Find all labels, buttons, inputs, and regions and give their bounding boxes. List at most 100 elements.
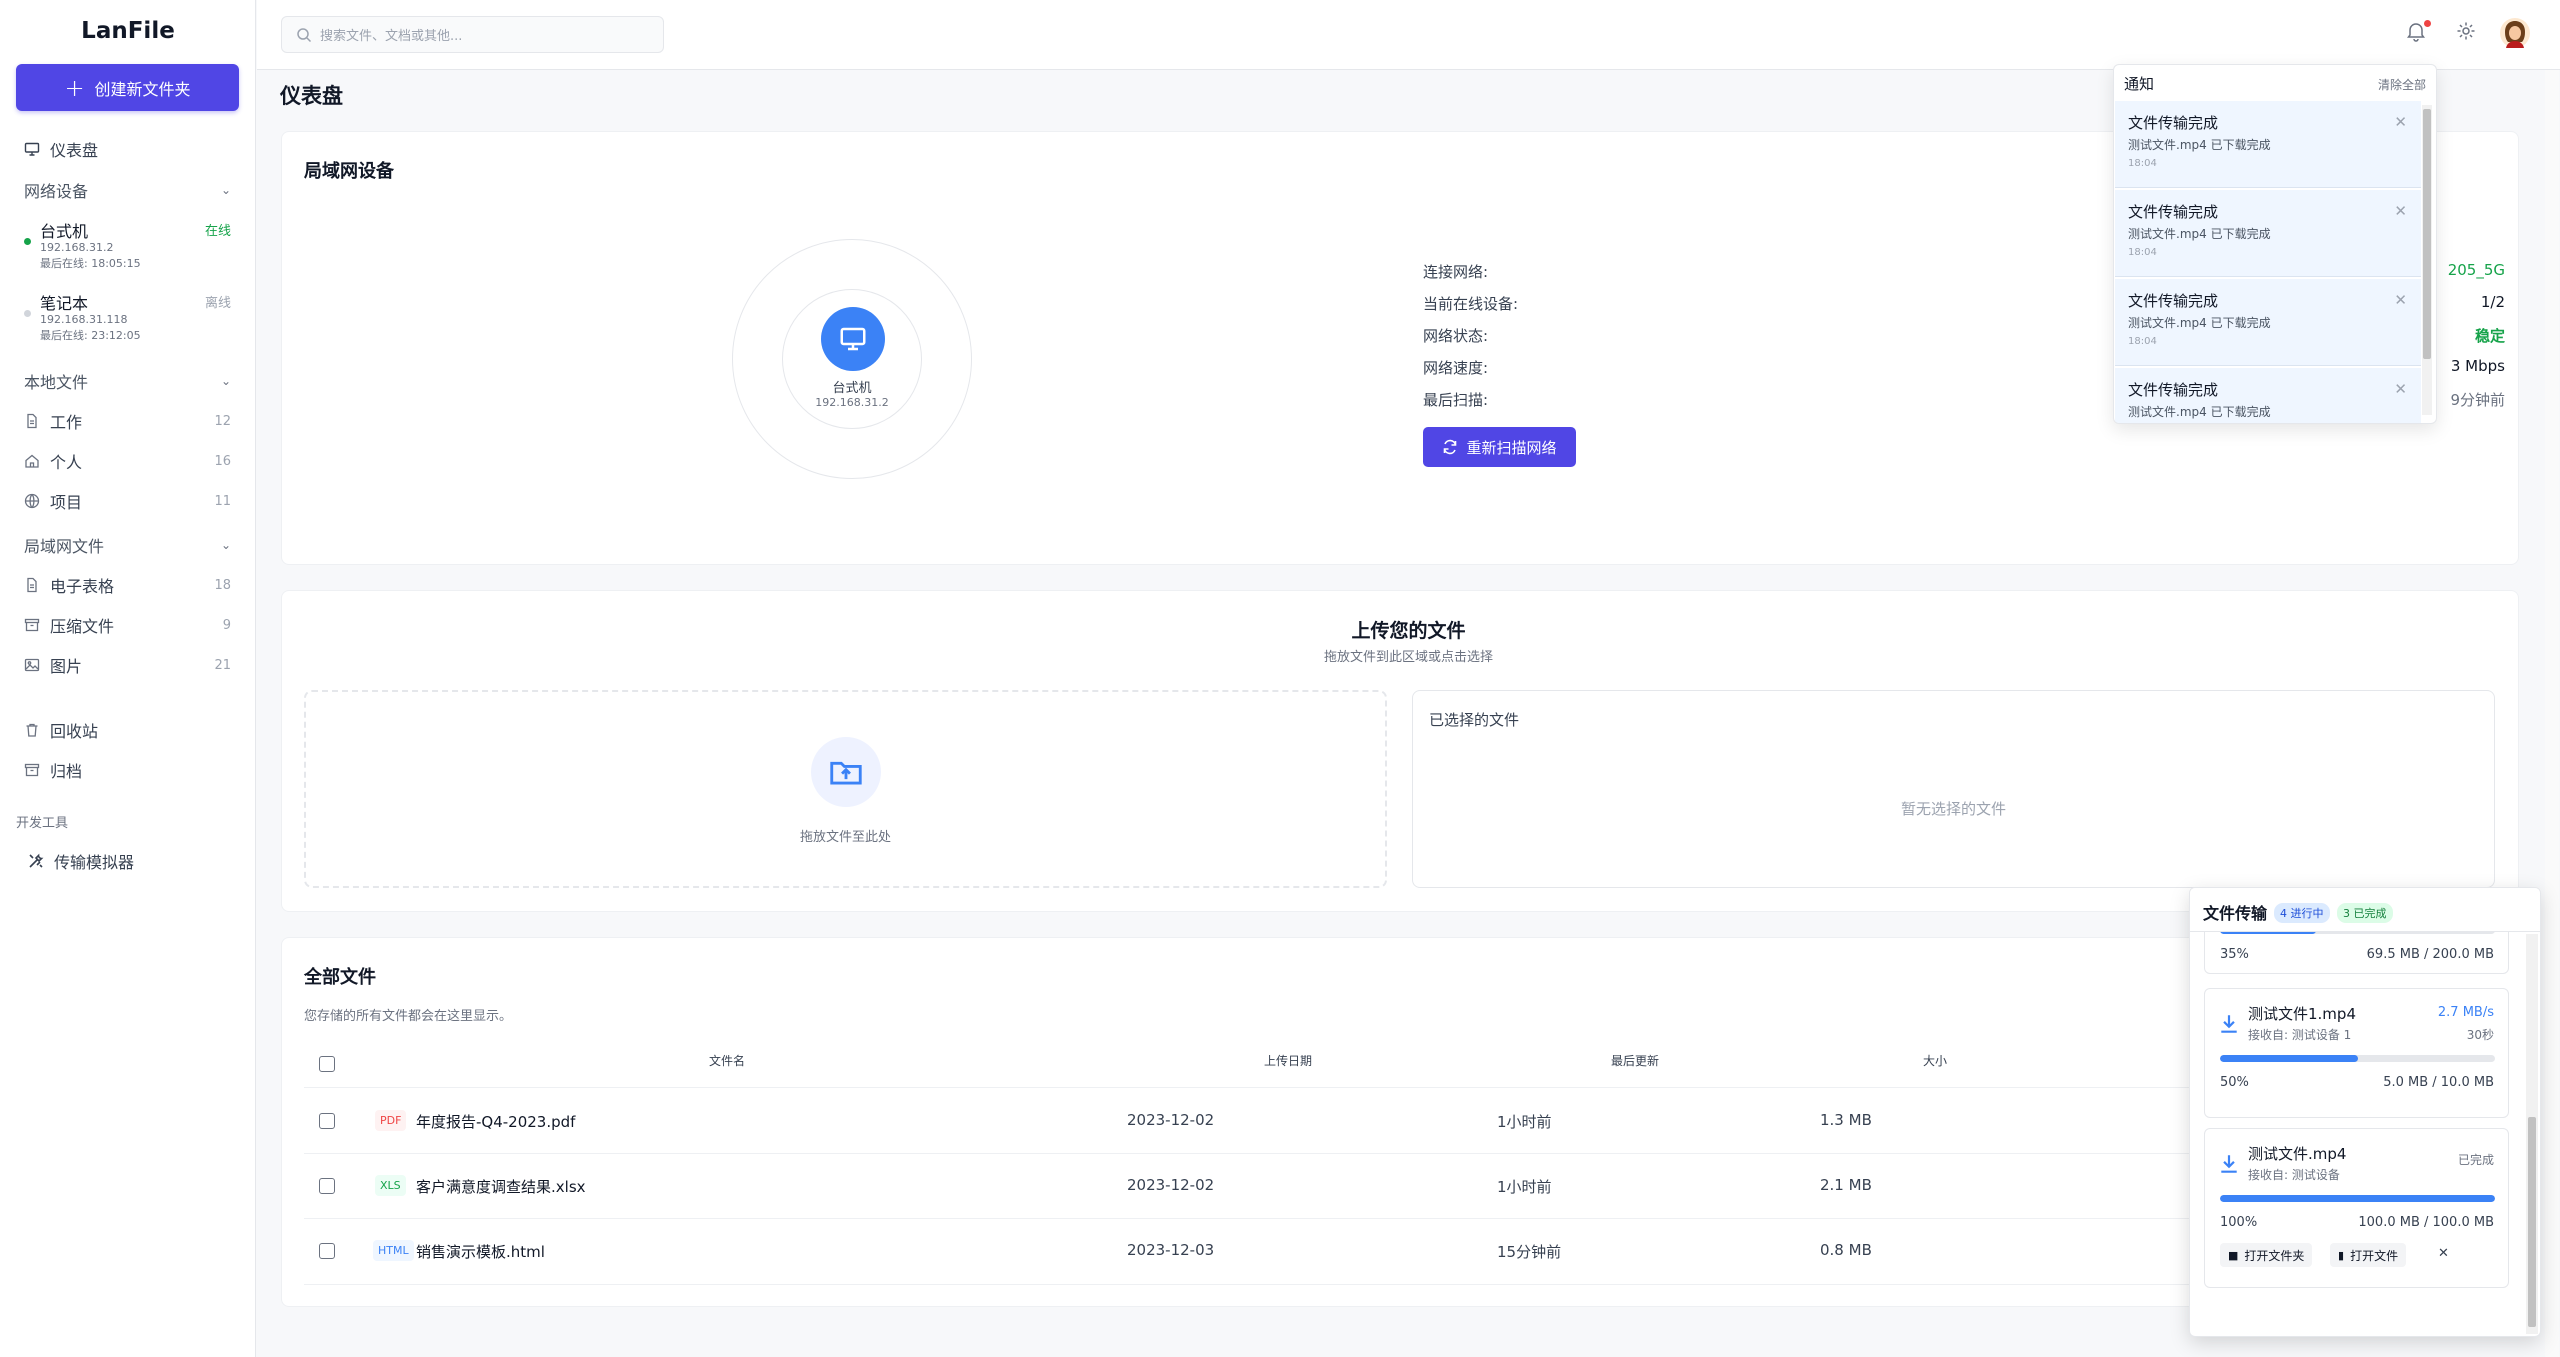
sidebar-item-personal[interactable]: 个人 16 — [24, 449, 231, 473]
device-last-seen: 最后在线: 23:12:05 — [40, 329, 141, 342]
transfer-percent: 50% — [2220, 1075, 2249, 1090]
offline-dot-icon — [24, 310, 31, 317]
sidebar-item-archives[interactable]: 压缩文件 9 — [24, 613, 231, 637]
scrollbar-thumb[interactable] — [2423, 109, 2431, 359]
network-speed-label: 网络速度: — [1423, 359, 1489, 377]
notification-item[interactable]: 文件传输完成 测试文件.mp4 已下载完成 18:04 ✕ — [2115, 190, 2421, 277]
col-upload-date[interactable]: 上传日期 — [1264, 1052, 1312, 1069]
sidebar-item-archive[interactable]: 归档 — [24, 758, 231, 782]
last-scan-value: 9分钟前 — [2450, 391, 2505, 409]
transfer-item[interactable]: 测试文件.mp4 接收自: 测试设备 已完成 100% 100.0 MB / 1… — [2204, 1128, 2509, 1288]
col-filename[interactable]: 文件名 — [709, 1052, 745, 1069]
notification-time: 18:04 — [2128, 247, 2157, 258]
open-folder-button[interactable]: ■ 打开文件夹 — [2220, 1243, 2313, 1267]
lan-card-title: 局域网设备 — [304, 161, 394, 182]
select-all-checkbox[interactable] — [319, 1056, 335, 1072]
device-laptop[interactable]: 笔记本 192.168.31.118 最后在线: 23:12:05 离线 — [24, 290, 231, 346]
transfer-percent: 35% — [2220, 947, 2249, 962]
rescan-network-button[interactable]: 重新扫描网络 — [1423, 427, 1576, 467]
sidebar-item-work[interactable]: 工作 12 — [24, 409, 231, 433]
sidebar-item-dashboard[interactable]: 仪表盘 — [24, 137, 231, 161]
notification-desc: 测试文件.mp4 已下载完成 — [2128, 405, 2271, 419]
transfer-panel: 35% 69.5 MB / 200.0 MB 测试文件1.mp4 接收自: 测试… — [2189, 887, 2541, 1337]
notification-item[interactable]: 文件传输完成 测试文件.mp4 已下载完成 ✕ — [2115, 368, 2421, 423]
notification-title: 文件传输完成 — [2128, 381, 2219, 399]
section-dev-tools: 开发工具 — [16, 816, 69, 831]
close-icon[interactable]: ✕ — [2394, 291, 2407, 309]
row-checkbox[interactable] — [319, 1243, 335, 1259]
col-size[interactable]: 大小 — [1923, 1052, 1947, 1069]
sidebar-item-label: 项目 — [50, 493, 83, 512]
create-folder-button[interactable]: + 创建新文件夹 — [16, 64, 239, 111]
notification-item[interactable]: 文件传输完成 测试文件.mp4 已下载完成 18:04 ✕ — [2115, 279, 2421, 366]
upload-date: 2023-12-03 — [1127, 1241, 1215, 1259]
section-label: 本地文件 — [24, 373, 89, 392]
sidebar-item-spreadsheets[interactable]: 电子表格 18 — [24, 573, 231, 597]
sidebar-item-images[interactable]: 图片 21 — [24, 653, 231, 677]
download-icon — [2221, 1155, 2237, 1173]
selected-files-empty: 暂无选择的文件 — [1900, 800, 2006, 818]
sidebar-item-label: 归档 — [50, 762, 83, 781]
notification-item[interactable]: 文件传输完成 测试文件.mp4 已下载完成 18:04 ✕ — [2115, 101, 2421, 188]
selected-files-title: 已选择的文件 — [1429, 711, 1520, 729]
notifications-title: 通知 — [2124, 75, 2155, 93]
sidebar-item-trash[interactable]: 回收站 — [24, 718, 231, 742]
section-lan-files[interactable]: 局域网文件 ⌄ — [24, 533, 231, 557]
notification-time: 18:04 — [2128, 336, 2157, 347]
transfer-item[interactable]: 测试文件1.mp4 接收自: 测试设备 1 2.7 MB/s 30秒 50% 5… — [2204, 988, 2509, 1118]
file-name[interactable]: 客户满意度调查结果.xlsx — [416, 1176, 586, 1197]
transfer-file-name: 测试文件.mp4 — [2248, 1145, 2347, 1163]
sidebar-item-label: 工作 — [50, 413, 83, 432]
table-divider — [304, 1087, 2204, 1088]
file-name[interactable]: 销售演示模板.html — [416, 1241, 545, 1262]
sidebar-item-projects[interactable]: 项目 11 — [24, 489, 231, 513]
search-input[interactable]: 搜索文件、文档或其他... — [281, 16, 664, 53]
chevron-down-icon: ⌄ — [220, 183, 231, 197]
row-checkbox[interactable] — [319, 1113, 335, 1129]
notification-title: 文件传输完成 — [2128, 114, 2219, 132]
transfer-panel-header: 文件传输 4 进行中 3 已完成 — [2190, 888, 2540, 932]
section-network-devices[interactable]: 网络设备 ⌄ — [24, 178, 231, 202]
transfer-scrollbar[interactable] — [2526, 934, 2538, 1334]
network-label: 连接网络: — [1423, 263, 1489, 281]
last-updated: 1小时前 — [1497, 1178, 1552, 1196]
sidebar-item-count: 21 — [214, 657, 231, 673]
close-icon[interactable]: ✕ — [2438, 1246, 2449, 1261]
gear-icon[interactable] — [2455, 20, 2477, 42]
open-file-label: 打开文件 — [2350, 1248, 2399, 1263]
sidebar-item-label: 仪表盘 — [50, 141, 99, 160]
sidebar-item-count: 18 — [214, 577, 231, 593]
center-device-node[interactable] — [821, 307, 885, 371]
device-desktop[interactable]: 台式机 192.168.31.2 最后在线: 18:05:15 在线 — [24, 218, 231, 274]
col-last-updated[interactable]: 最后更新 — [1611, 1052, 1659, 1069]
transfer-eta: 30秒 — [2466, 1028, 2494, 1042]
open-file-button[interactable]: ▮ 打开文件 — [2330, 1243, 2407, 1267]
section-local-files[interactable]: 本地文件 ⌄ — [24, 369, 231, 393]
transfer-receiver: 接收自: 测试设备 1 — [2248, 1028, 2352, 1042]
folder-upload-icon — [830, 761, 862, 785]
file-dropzone[interactable]: 拖放文件至此处 — [304, 690, 1387, 888]
notifications-scrollbar[interactable] — [2422, 105, 2432, 415]
row-checkbox[interactable] — [319, 1178, 335, 1194]
sidebar-item-transfer-simulator[interactable]: 传输模拟器 — [28, 849, 231, 873]
chevron-down-icon: ⌄ — [220, 374, 231, 388]
avatar[interactable] — [2500, 18, 2530, 48]
close-icon[interactable]: ✕ — [2394, 113, 2407, 131]
sidebar-item-count: 9 — [222, 617, 231, 633]
dropzone-text: 拖放文件至此处 — [799, 830, 891, 845]
close-icon[interactable]: ✕ — [2394, 380, 2407, 398]
rescan-label: 重新扫描网络 — [1466, 438, 1557, 457]
network-speed-value: 3 Mbps — [2450, 357, 2505, 375]
clear-all-button[interactable]: 清除全部 — [2378, 76, 2426, 93]
close-icon[interactable]: ✕ — [2394, 202, 2407, 220]
device-ip: 192.168.31.2 — [40, 241, 114, 254]
scrollbar-thumb[interactable] — [2528, 1117, 2536, 1327]
device-status: 离线 — [204, 296, 231, 311]
pdf-file-icon: PDF — [375, 1110, 407, 1131]
notifications-panel: 通知 清除全部 文件传输完成 测试文件.mp4 已下载完成 18:04 ✕ 文件… — [2113, 64, 2437, 424]
file-name[interactable]: 年度报告-Q4-2023.pdf — [416, 1111, 575, 1132]
page-scrollbar[interactable] — [2545, 70, 2559, 1357]
all-files-card — [281, 937, 2519, 1307]
section-label: 局域网文件 — [24, 537, 105, 556]
sidebar-item-label: 图片 — [50, 657, 83, 676]
